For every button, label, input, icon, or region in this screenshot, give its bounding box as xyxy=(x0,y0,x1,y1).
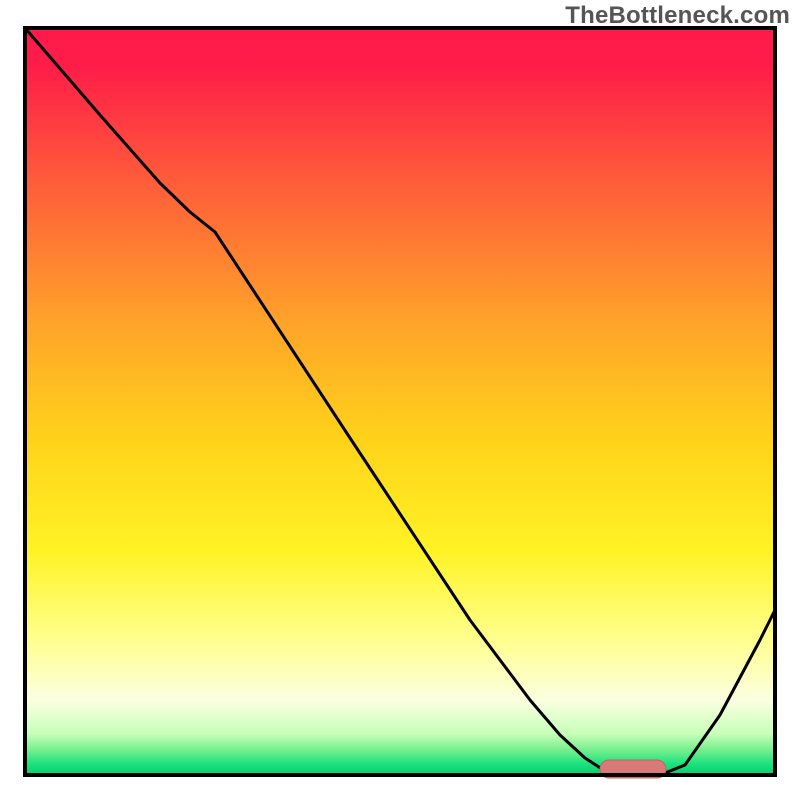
bottleneck-chart xyxy=(0,0,800,800)
chart-container: TheBottleneck.com xyxy=(0,0,800,800)
plot-background xyxy=(25,28,775,775)
